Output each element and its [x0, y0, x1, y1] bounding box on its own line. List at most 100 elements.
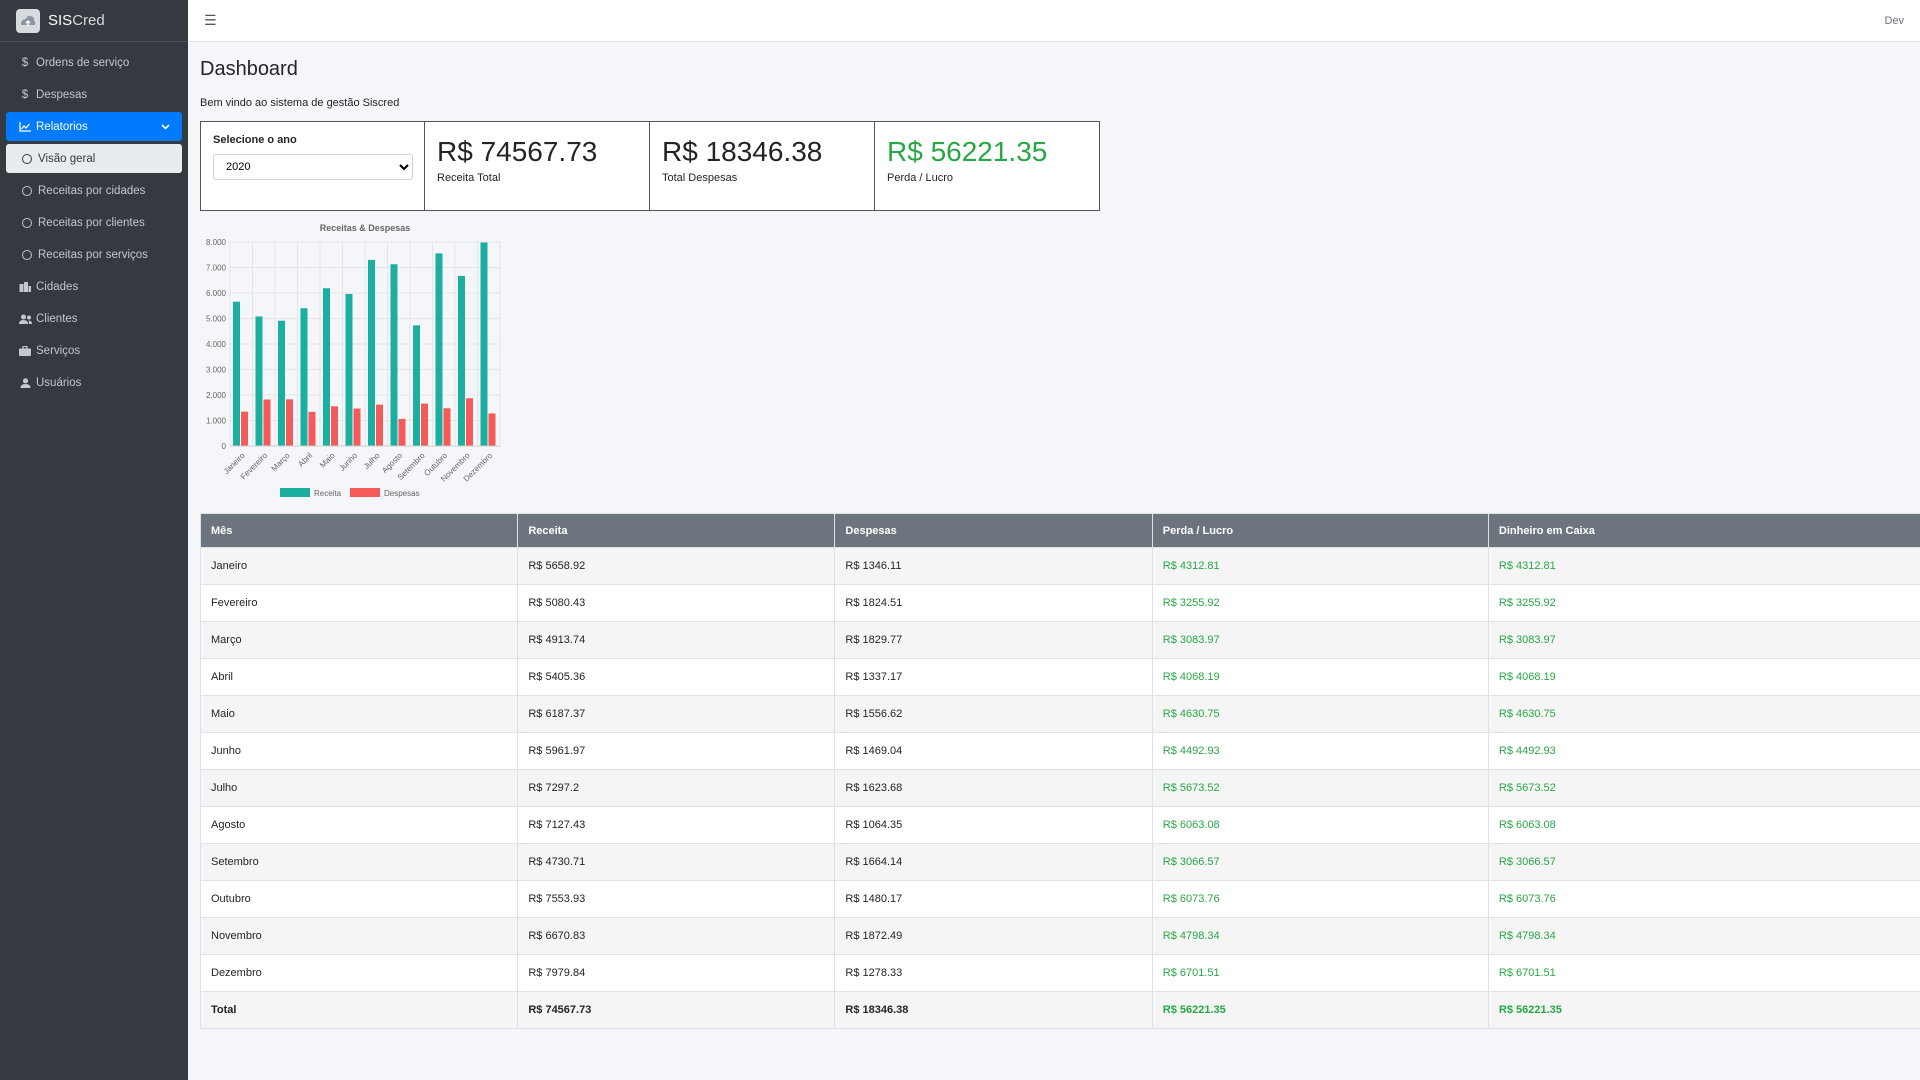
table-cell: R$ 6701.51 — [1151, 954, 1489, 992]
table-cell: Março — [199, 621, 519, 659]
table-cell: Novembro — [199, 917, 519, 955]
sidebar-item-clientes[interactable]: Clientes — [6, 304, 182, 333]
sidebar-item-label: Relatorios — [36, 120, 88, 133]
building-icon — [18, 281, 32, 292]
perda-lucro-value: R$ 56221.35 — [887, 136, 1048, 167]
sidebar-item-relatorios[interactable]: Relatorios — [6, 112, 182, 141]
sidebar-subitem-receitas-clientes[interactable]: Receitas por clientes — [6, 208, 182, 237]
year-select-card: Selecione o ano 2020 — [200, 121, 425, 211]
table-cell: R$ 1556.62 — [834, 695, 1153, 733]
sidebar-subitem-visao-geral[interactable]: Visão geral — [6, 144, 182, 173]
sidebar-item-label: Serviços — [36, 344, 81, 357]
table-cell: R$ 1346.11 — [834, 547, 1153, 585]
table-cell: R$ 74567.73 — [517, 991, 836, 1029]
table-row: Junho R$ 5961.97 R$ 1469.04 R$ 4492.93 R$ 44… — [199, 732, 1920, 770]
welcome-text: Bem vindo ao sistema de gestão Siscred — [200, 97, 400, 109]
despesas-bar — [421, 403, 428, 446]
table-cell: R$ 4492.93 — [1151, 732, 1489, 770]
receita-bar — [413, 325, 420, 446]
table-row: Outubro R$ 7553.93 R$ 1480.17 R$ 6073.76 R$ … — [199, 880, 1920, 918]
sidebar-nav: $ Ordens de serviço $ Despesas Relatorio… — [0, 42, 188, 406]
chart-svg: Receitas & Despesas 0 1.000 2.000 3.000 4.000… — [206, 223, 501, 498]
despesas-bar — [308, 411, 316, 446]
sidebar-item-label: Receitas por cidades — [38, 184, 146, 197]
sidebar-item-despesas[interactable]: $ Despesas — [6, 80, 182, 109]
table-cell: R$ 6063.08 — [1151, 806, 1489, 844]
perda-lucro-label: Perda / Lucro — [887, 172, 954, 184]
table-cell: R$ 1824.51 — [834, 584, 1153, 622]
table-cell: Agosto — [199, 806, 519, 844]
chart-title: Receitas & Despesas — [320, 223, 411, 233]
despesas-bar — [331, 406, 338, 446]
table-row: Janeiro R$ 5658.92 R$ 1346.11 R$ 4312.81 R$ … — [199, 547, 1920, 585]
table-cell: Janeiro — [199, 547, 519, 585]
sidebar-item-label: Usuários — [36, 376, 82, 389]
table-cell: R$ 1872.49 — [834, 917, 1153, 955]
col-mes: Mês — [199, 513, 519, 548]
table-cell: R$ 4798.34 — [1487, 917, 1920, 955]
year-select[interactable]: 2020 — [213, 154, 413, 180]
table-cell: R$ 4730.71 — [517, 843, 836, 881]
y-tick-label: 0 — [222, 442, 227, 451]
receita-bar — [300, 308, 308, 446]
sidebar-item-cidades[interactable]: Cidades — [6, 272, 182, 301]
x-tick-label: Junho — [337, 451, 359, 473]
table-cell: R$ 4492.93 — [1487, 732, 1920, 770]
table-cell: R$ 6187.37 — [517, 695, 836, 733]
col-receita: Receita — [517, 513, 836, 548]
table-cell: Maio — [199, 695, 519, 733]
table-body: Janeiro R$ 5658.92 R$ 1346.11 R$ 4312.81 R$ … — [199, 547, 1920, 1029]
table-cell: Julho — [199, 769, 519, 807]
legend-despesas-label: Despesas — [384, 489, 420, 498]
sidebar-item-ordens[interactable]: $ Ordens de serviço — [6, 48, 182, 77]
receita-total-value: R$ 74567.73 — [437, 136, 598, 167]
y-tick-label: 7.000 — [206, 264, 227, 273]
table-cell: R$ 3083.97 — [1151, 621, 1489, 659]
table-cell: R$ 1480.17 — [834, 880, 1153, 918]
sidebar: SISCred $ Ordens de serviço $ Despesas R… — [0, 0, 188, 1080]
table-row: Maio R$ 6187.37 R$ 1556.62 R$ 4630.75 R$ 463… — [199, 695, 1920, 733]
y-tick-label: 5.000 — [206, 315, 227, 324]
table-row: Agosto R$ 7127.43 R$ 1064.35 R$ 6063.08 R$ 6… — [199, 806, 1920, 844]
users-icon — [18, 314, 32, 324]
sidebar-subitem-receitas-servicos[interactable]: Receitas por serviços — [6, 240, 182, 269]
table-cell: R$ 1278.33 — [834, 954, 1153, 992]
col-dinheiro-caixa: Dinheiro em Caixa — [1487, 513, 1920, 548]
receita-bar — [368, 259, 375, 446]
receita-bar — [480, 242, 488, 446]
x-tick-label: Julho — [362, 451, 382, 471]
sidebar-item-usuarios[interactable]: Usuários — [6, 368, 182, 397]
receita-total-card: R$ 74567.73 Receita Total — [425, 121, 650, 211]
table-cell: R$ 56221.35 — [1487, 991, 1920, 1029]
table-cell: R$ 7979.84 — [517, 954, 836, 992]
user-menu[interactable]: Dev — [1884, 15, 1904, 27]
table-cell: R$ 3066.57 — [1487, 843, 1920, 881]
despesas-bar — [488, 413, 496, 446]
chart-icon — [18, 121, 32, 132]
sidebar-subitem-receitas-cidades[interactable]: Receitas por cidades — [6, 176, 182, 205]
table-cell: Setembro — [199, 843, 519, 881]
total-despesas-card: R$ 18346.38 Total Despesas — [650, 121, 875, 211]
sidebar-item-servicos[interactable]: Serviços — [6, 336, 182, 365]
sidebar-item-label: Receitas por clientes — [38, 216, 145, 229]
sidebar-item-label: Despesas — [36, 88, 88, 101]
receita-bar — [458, 275, 465, 446]
table-cell: R$ 4068.19 — [1487, 658, 1920, 696]
table-cell: R$ 7297.2 — [517, 769, 836, 807]
receita-bar — [278, 320, 285, 446]
table-cell: R$ 1623.68 — [834, 769, 1153, 807]
table-cell: R$ 18346.38 — [834, 991, 1153, 1029]
year-select-label: Selecione o ano — [213, 134, 297, 146]
table-cell: R$ 5673.52 — [1487, 769, 1920, 807]
table-cell: R$ 1664.14 — [834, 843, 1153, 881]
receita-bar — [233, 301, 240, 446]
table-row: Fevereiro R$ 5080.43 R$ 1824.51 R$ 3255.92 R… — [199, 584, 1920, 622]
table-cell: R$ 5673.52 — [1151, 769, 1489, 807]
receita-bar — [255, 316, 263, 446]
brand[interactable]: SISCred — [0, 0, 188, 42]
table-header-row: Mês Receita Despesas Perda / Lucro Dinhe… — [199, 513, 1920, 548]
sidebar-item-label: Ordens de serviço — [36, 56, 130, 69]
table-cell: R$ 4798.34 — [1151, 917, 1489, 955]
table-row: Julho R$ 7297.2 R$ 1623.68 R$ 5673.52 R$ 567… — [199, 769, 1920, 807]
menu-toggle-icon[interactable]: ☰ — [204, 12, 217, 29]
